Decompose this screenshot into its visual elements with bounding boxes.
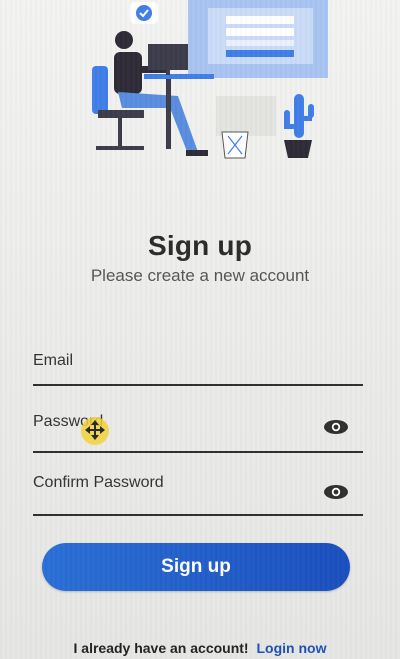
password-underline: [33, 451, 363, 453]
show-password-eye-icon[interactable]: [323, 419, 349, 435]
page-subtitle: Please create a new account: [90, 266, 310, 285]
signup-button[interactable]: Sign up: [42, 543, 350, 591]
login-now-link[interactable]: Login now: [256, 640, 326, 656]
confirm-password-underline: [33, 514, 363, 516]
page-title: Sign up: [147, 230, 253, 261]
email-field[interactable]: Email: [33, 352, 363, 394]
signup-screen: Sign up Please create a new account Emai…: [0, 0, 400, 659]
email-underline: [33, 384, 363, 386]
confirm-password-field[interactable]: Confirm Password: [33, 474, 363, 518]
email-label: Email: [33, 352, 74, 369]
confirm-password-label: Confirm Password: [33, 474, 164, 491]
move-cursor-icon: [81, 417, 109, 445]
person-at-desk-illustration: [92, 0, 328, 159]
show-confirm-password-eye-icon[interactable]: [323, 484, 349, 500]
login-prompt-text: I already have an account!: [73, 640, 249, 656]
login-prompt: I already have an account! Login now: [0, 640, 400, 656]
